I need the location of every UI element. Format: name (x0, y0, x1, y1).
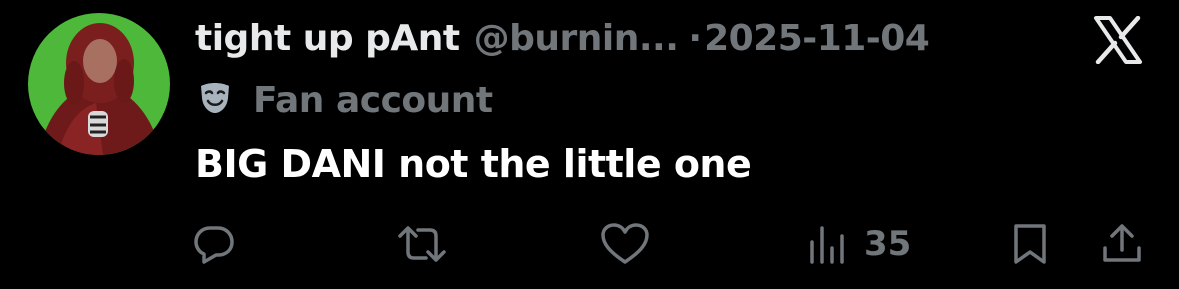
reply-icon (194, 226, 234, 264)
user-handle[interactable]: @burnin... (474, 18, 679, 59)
like-button[interactable] (600, 214, 650, 274)
tweet-header: tight up pAnt @burnin... · 2025-11-04 (195, 10, 930, 66)
account-label-text: Fan account (253, 79, 493, 121)
avatar-image (28, 13, 170, 155)
action-bar: 35 (0, 214, 1179, 274)
share-button[interactable] (1100, 214, 1144, 274)
retweet-button[interactable] (396, 214, 448, 274)
share-icon (1103, 224, 1141, 262)
views-button[interactable]: 35 (806, 214, 911, 274)
retweet-icon (398, 226, 446, 262)
tweet-text: BIG DANI not the little one (195, 142, 752, 186)
views-icon (810, 226, 844, 264)
separator-dot: · (688, 17, 703, 59)
views-count: 35 (864, 224, 912, 264)
heart-icon (601, 223, 649, 264)
display-name[interactable]: tight up pAnt (195, 18, 460, 59)
reply-button[interactable] (192, 214, 236, 274)
tweet-date[interactable]: 2025-11-04 (704, 18, 930, 59)
avatar[interactable] (28, 13, 170, 155)
bookmark-button[interactable] (1010, 214, 1050, 274)
account-label: Fan account (197, 74, 493, 126)
bookmark-icon (1014, 224, 1046, 264)
x-logo-icon (1092, 15, 1144, 65)
theater-mask-icon (197, 80, 233, 120)
